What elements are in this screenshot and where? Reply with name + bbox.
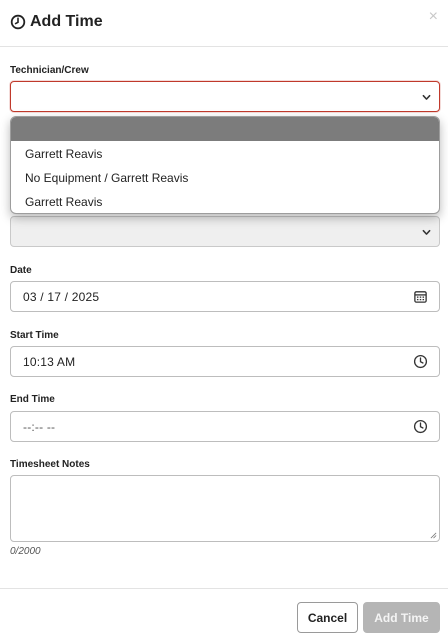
technician-select[interactable] bbox=[10, 81, 440, 112]
technician-dropdown-list: Garrett Reavis No Equipment / Garrett Re… bbox=[10, 116, 440, 214]
dropdown-option[interactable]: No Equipment / Garrett Reavis bbox=[11, 166, 439, 190]
resize-grip-icon[interactable] bbox=[430, 532, 437, 539]
date-value: 03 / 17 / 2025 bbox=[23, 290, 100, 304]
dialog-header: Add Time × bbox=[0, 0, 448, 47]
end-time-value: --:-- -- bbox=[23, 420, 56, 434]
clock-icon[interactable] bbox=[413, 354, 428, 369]
add-time-button[interactable]: Add Time bbox=[363, 602, 440, 633]
equipment-select[interactable] bbox=[10, 216, 440, 247]
dropdown-option[interactable]: Garrett Reavis bbox=[11, 142, 439, 166]
dropdown-option-blank[interactable] bbox=[11, 117, 439, 141]
date-input[interactable]: 03 / 17 / 2025 bbox=[10, 281, 440, 312]
notes-label: Timesheet Notes bbox=[10, 459, 90, 470]
notes-textarea[interactable] bbox=[10, 475, 440, 542]
start-time-input[interactable]: 10:13 AM bbox=[10, 346, 440, 377]
end-time-input[interactable]: --:-- -- bbox=[10, 411, 440, 442]
start-time-value: 10:13 AM bbox=[23, 355, 76, 369]
calendar-icon[interactable] bbox=[413, 289, 428, 304]
dropdown-option[interactable]: Garrett Reavis bbox=[11, 190, 439, 213]
technician-label: Technician/Crew bbox=[10, 65, 89, 76]
cancel-button[interactable]: Cancel bbox=[297, 602, 358, 633]
chevron-down-icon bbox=[422, 229, 431, 235]
chevron-down-icon bbox=[422, 94, 431, 100]
dialog-title-wrap: Add Time bbox=[10, 12, 103, 32]
close-icon[interactable]: × bbox=[429, 9, 438, 25]
end-time-label: End Time bbox=[10, 394, 55, 405]
dialog-title: Add Time bbox=[30, 13, 103, 30]
start-time-label: Start Time bbox=[10, 330, 59, 341]
date-label: Date bbox=[10, 265, 32, 276]
clock-icon[interactable] bbox=[413, 419, 428, 434]
clock-icon bbox=[10, 14, 26, 30]
notes-char-counter: 0/2000 bbox=[10, 546, 41, 557]
